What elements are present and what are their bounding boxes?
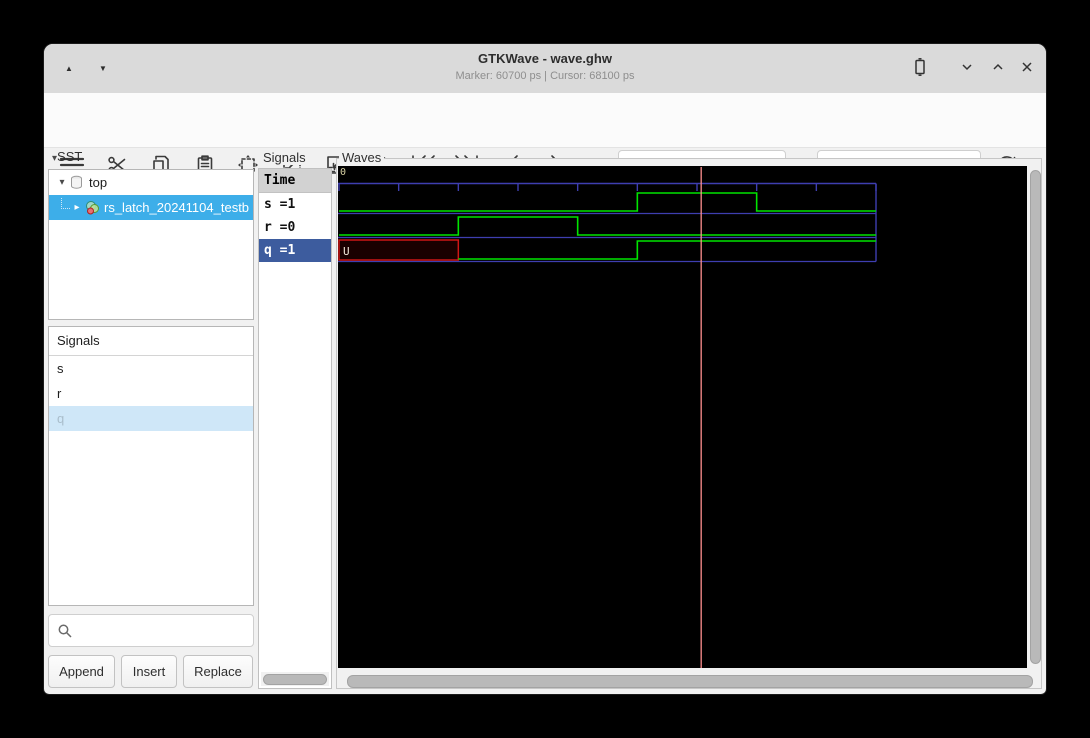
wave-names-panel: Time s =1 r =0 q =1	[258, 168, 332, 689]
waves-frame-label: Waves	[339, 150, 385, 165]
waves-vscrollbar-thumb[interactable]	[1030, 170, 1041, 664]
expander-icon[interactable]: ▾	[55, 177, 69, 188]
fit-icon	[911, 57, 929, 81]
wave-names-frame-label: Signals	[260, 150, 309, 165]
sst-section[interactable]: ▾SST	[52, 149, 82, 164]
tree-item-top[interactable]: ▾ top	[49, 170, 253, 195]
minimize-button[interactable]	[955, 57, 979, 81]
wave-names-hscrollbar-thumb[interactable]	[263, 674, 327, 685]
titlebar[interactable]: ▲ ▼ GTKWave - wave.ghw Marker: 60700 ps …	[44, 44, 1046, 94]
wave-names-hscrollbar[interactable]	[261, 672, 329, 686]
module-icon	[69, 175, 84, 190]
signal-item-s[interactable]: s	[49, 356, 253, 381]
marker-cursor-status: Marker: 60700 ps | Cursor: 68100 ps	[455, 70, 635, 82]
toolbar: From: To:	[44, 93, 1046, 186]
waves-vscrollbar[interactable]	[1028, 166, 1041, 668]
tree-item-rs-latch[interactable]: ▸ rs_latch_20241104_testb	[49, 195, 253, 220]
gtkwave-window: ▲ ▼ GTKWave - wave.ghw Marker: 60700 ps …	[44, 44, 1046, 694]
waves-panel: 0 U	[336, 158, 1042, 689]
chevron-up-icon	[991, 60, 1005, 79]
expander-icon[interactable]: ▸	[70, 202, 84, 213]
waves-hscrollbar[interactable]	[345, 673, 1035, 688]
maximize-button[interactable]	[986, 57, 1010, 81]
tree-item-label: rs_latch_20241104_testb	[104, 200, 250, 215]
timeline-origin-label: 0	[340, 167, 347, 178]
sst-label: SST	[57, 149, 83, 164]
window-title: GTKWave - wave.ghw	[478, 51, 612, 66]
signal-search[interactable]	[48, 614, 259, 647]
chevron-down-icon	[960, 60, 974, 79]
waveform-plot: U	[338, 167, 877, 668]
close-icon	[1020, 60, 1034, 79]
signal-item-q[interactable]: q	[49, 406, 253, 431]
wave-name-row-r[interactable]: r =0	[259, 216, 331, 239]
wave-name-row-q[interactable]: q =1	[259, 239, 331, 262]
close-button[interactable]	[1015, 57, 1039, 81]
replace-button[interactable]: Replace	[183, 655, 253, 688]
signal-item-r[interactable]: r	[49, 381, 253, 406]
svg-text:U: U	[343, 245, 350, 258]
waves-hscrollbar-thumb[interactable]	[347, 675, 1033, 688]
entity-icon	[84, 200, 100, 216]
search-icon	[57, 623, 73, 639]
append-button[interactable]: Append	[48, 655, 115, 688]
wave-name-row-s[interactable]: s =1	[259, 193, 331, 216]
wave-canvas[interactable]: 0 U	[338, 166, 1027, 668]
tree-item-label: top	[89, 175, 108, 190]
time-header[interactable]: Time	[259, 169, 331, 193]
signal-browser-header[interactable]: Signals	[49, 327, 253, 356]
tree-connector	[61, 198, 70, 209]
sst-tree: ▾ top ▸ rs_latch_20241104_testb	[48, 169, 254, 320]
search-input[interactable]	[79, 622, 259, 639]
signal-browser: Signals s r q	[48, 326, 254, 606]
fit-window-button[interactable]	[908, 57, 932, 81]
insert-button[interactable]: Insert	[121, 655, 177, 688]
